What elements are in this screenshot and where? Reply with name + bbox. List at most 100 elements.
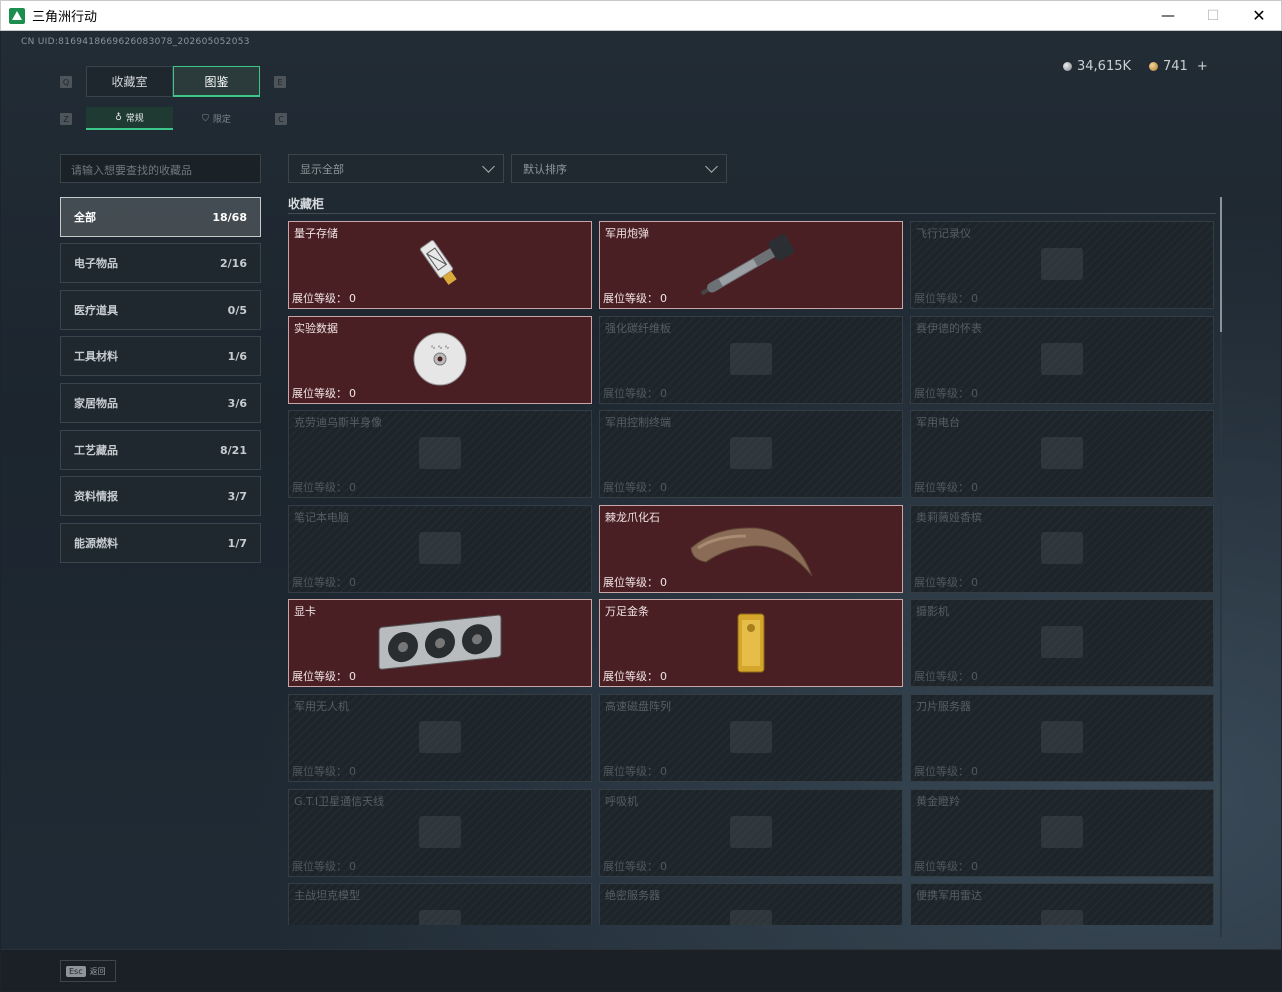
item-level-value: 0 [660,481,667,494]
item-name: 主战坦克模型 [294,889,360,902]
tab-regular-label: 常规 [125,114,144,124]
close-icon[interactable]: ✕ [1236,1,1282,30]
collection-item-card[interactable]: 军用无人机展位等级： 0 [288,694,592,782]
collection-item-card[interactable]: 强化碳纤维板 展位等级： 0 [599,316,903,404]
item-level-value: 0 [971,860,978,873]
category-count: 2/16 [220,256,247,270]
maximize-icon[interactable]: ☐ [1190,1,1236,30]
item-level-value: 0 [660,670,667,683]
collection-item-card[interactable]: 军用控制终端 展位等级： 0 [599,410,903,498]
limited-icon: ⛉ [202,113,209,124]
bottom-bar: Esc 返回 [1,949,1281,991]
item-level: 展位等级： 0 [603,479,667,495]
esc-key-icon: Esc [66,965,86,977]
collection-item-card[interactable]: 绝密服务器 [599,883,903,925]
server-icon [716,896,786,925]
category-count: 3/6 [227,396,247,410]
item-level: 展位等级： 0 [914,668,978,684]
item-level-value: 0 [660,292,667,305]
item-name: 强化碳纤维板 [605,322,671,335]
z-key-hint: Z [60,113,72,125]
item-name: 高速磁盘阵列 [605,700,671,713]
champagne-icon [1027,518,1097,582]
item-name: 赛伊德的怀表 [916,322,982,335]
collection-item-card[interactable]: 呼吸机 展位等级： 0 [599,789,903,877]
collection-item-card[interactable]: G.T.I卫星通信天线 展位等级： 0 [288,789,592,877]
item-name: 军用无人机 [294,700,349,713]
collection-item-card[interactable]: 克劳迪乌斯半身像 展位等级： 0 [288,410,592,498]
chevron-down-icon [482,160,495,173]
currency-bar: 34,615K 741 + [1063,59,1208,74]
artillery-shell-icon [696,234,806,300]
collection-item-card[interactable]: 高速磁盘阵列 展位等级： 0 [599,694,903,782]
item-name: 便携军用雷达 [916,889,982,902]
radio-icon [1027,423,1097,487]
item-level-value: 0 [660,765,667,778]
item-level: 展位等级： 0 [914,858,978,874]
gold-coin-icon [1149,62,1159,71]
collection-item-card[interactable]: 刀片服务器 展位等级： 0 [910,694,1214,782]
category-intel[interactable]: 资料情报 3/7 [60,476,261,516]
search-input[interactable]: 请输入想要查找的收藏品 [60,154,261,183]
collection-item-card[interactable]: 军用电台 展位等级： 0 [910,410,1214,498]
collection-item-card[interactable]: 黄金瞪羚 展位等级： 0 [910,789,1214,877]
item-level-value: 0 [660,860,667,873]
minimize-icon[interactable]: — [1145,1,1191,30]
category-energy[interactable]: 能源燃料 1/7 [60,523,261,563]
category-crafts[interactable]: 工艺藏品 8/21 [60,430,261,470]
tab-catalog[interactable]: 图鉴 [173,66,260,97]
item-name: 显卡 [294,605,316,618]
collection-item-card[interactable]: 笔记本电脑 展位等级： 0 [288,505,592,593]
collection-item-card[interactable]: 万足金条 展位等级： 0 [599,599,903,687]
item-level-value: 0 [971,670,978,683]
collection-item-card[interactable]: 显卡展位等级： 0 [288,599,592,687]
item-name: G.T.I卫星通信天线 [294,795,385,808]
graphics-card-icon [375,612,505,678]
category-household[interactable]: 家居物品 3/6 [60,383,261,423]
collection-item-card[interactable]: 主战坦克模型 [288,883,592,925]
collection-item-card[interactable]: ∿ ∿ ∿ 实验数据 展位等级： 0 [288,316,592,404]
blade-server-icon [1027,707,1097,771]
item-level-value: 0 [349,860,356,873]
item-level: 展位等级： 0 [292,668,356,684]
category-electronics[interactable]: 电子物品 2/16 [60,243,261,283]
category-tools[interactable]: 工具材料 1/6 [60,336,261,376]
collection-item-card[interactable]: 奥莉薇娅香槟 展位等级： 0 [910,505,1214,593]
collection-item-card[interactable]: 便携军用雷达 [910,883,1214,925]
collection-item-card[interactable]: 赛伊德的怀表 展位等级： 0 [910,316,1214,404]
item-name: 飞行记录仪 [916,227,971,240]
category-count: 8/21 [220,443,247,457]
item-level-value: 0 [971,292,978,305]
tab-limited-label: 限定 [212,115,231,125]
item-level-value: 0 [971,765,978,778]
item-level-label: 展位等级： [914,670,969,683]
silver-currency: 34,615K [1063,59,1131,74]
show-filter-dropdown[interactable]: 显示全部 [288,154,504,183]
item-level: 展位等级： 0 [292,763,356,779]
scrollbar[interactable] [1220,197,1222,937]
claw-fossil-icon [686,518,816,584]
tab-collection-room[interactable]: 收藏室 [86,66,173,97]
collection-item-card[interactable]: 摄影机 展位等级： 0 [910,599,1214,687]
category-count: 18/68 [212,210,247,224]
back-button[interactable]: Esc 返回 [60,960,116,982]
add-currency-button[interactable]: + [1197,59,1208,74]
scrollbar-thumb[interactable] [1220,197,1222,332]
gazelle-statue-icon [1027,802,1097,866]
collection-item-card[interactable]: 飞行记录仪 展位等级： 0 [910,221,1214,309]
item-level-value: 0 [349,670,356,683]
item-level-label: 展位等级： [914,576,969,589]
collection-item-card[interactable]: 量子存储 展位等级： 0 [288,221,592,309]
collection-item-card[interactable]: 棘龙爪化石 展位等级： 0 [599,505,903,593]
item-level-label: 展位等级： [914,860,969,873]
app-logo-icon [9,7,25,24]
category-medical[interactable]: 医疗道具 0/5 [60,290,261,330]
category-count: 0/5 [227,303,247,317]
sort-dropdown[interactable]: 默认排序 [511,154,727,183]
item-level-label: 展位等级： [292,576,347,589]
collection-item-card[interactable]: 军用炮弹 展位等级： 0 [599,221,903,309]
tab-regular[interactable]: ♁ 常规 [86,107,173,130]
category-all[interactable]: 全部 18/68 [60,197,261,237]
item-level-value: 0 [971,387,978,400]
tab-limited[interactable]: ⛉ 限定 [173,107,260,130]
